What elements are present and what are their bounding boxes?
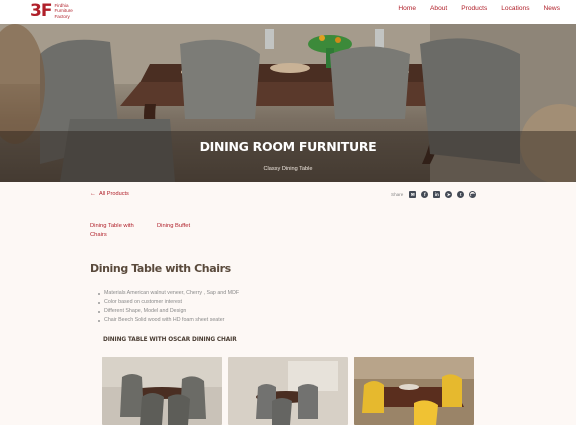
- nav-about[interactable]: About: [430, 5, 447, 12]
- twitter-icon[interactable]: t: [457, 191, 465, 198]
- gallery-image[interactable]: [102, 357, 222, 425]
- list-item: Different Shape, Model and Design: [98, 307, 239, 316]
- gallery-image[interactable]: [228, 357, 348, 425]
- share-bar: Share ✉ f in ➤ t ☎: [391, 191, 481, 198]
- category-dining-buffet[interactable]: Dining Buffet: [157, 222, 190, 231]
- arrow-left-icon: ←: [90, 191, 96, 197]
- list-item: Color based on customer interest: [98, 298, 239, 307]
- linkedin-icon[interactable]: in: [433, 191, 441, 198]
- nav-news[interactable]: News: [544, 5, 561, 12]
- gallery-heading: DINING TABLE WITH OSCAR DINING CHAIR: [103, 337, 237, 343]
- facebook-icon[interactable]: f: [421, 191, 429, 198]
- nav-products[interactable]: Products: [461, 5, 487, 12]
- logo[interactable]: 3F Firdhia Furniture Factory: [30, 2, 73, 20]
- nav-home[interactable]: Home: [398, 5, 416, 12]
- back-to-products-link[interactable]: ← All Products: [90, 191, 129, 197]
- logo-text: Firdhia Furniture Factory: [54, 3, 72, 19]
- email-icon[interactable]: ✉: [409, 191, 417, 198]
- list-item: Chair Beech Solid wood with HD foam shee…: [98, 316, 239, 325]
- list-item: Materials American walnut veneer, Cherry…: [98, 289, 239, 298]
- section-title: Dining Table with Chairs: [90, 262, 231, 275]
- page-title: DINING ROOM FURNITURE: [199, 139, 377, 154]
- telegram-icon[interactable]: ➤: [445, 191, 453, 198]
- share-label: Share: [391, 192, 404, 197]
- logo-line: Factory: [54, 13, 70, 19]
- hero-banner: DINING ROOM FURNITURE Classy Dining Tabl…: [0, 24, 576, 182]
- gallery-image[interactable]: [354, 357, 474, 425]
- feature-list: Materials American walnut veneer, Cherry…: [98, 289, 239, 325]
- site-header: 3F Firdhia Furniture Factory Home About …: [0, 0, 576, 24]
- logo-mark: 3F: [30, 1, 52, 21]
- main-nav: Home About Products Locations News: [384, 5, 560, 12]
- category-dining-table-with-chairs[interactable]: Dining Table with Chairs: [90, 222, 146, 240]
- nav-locations[interactable]: Locations: [501, 5, 529, 12]
- page-subtitle: Classy Dining Table: [263, 166, 313, 172]
- whatsapp-icon[interactable]: ☎: [469, 191, 477, 198]
- back-link-label: All Products: [99, 191, 129, 197]
